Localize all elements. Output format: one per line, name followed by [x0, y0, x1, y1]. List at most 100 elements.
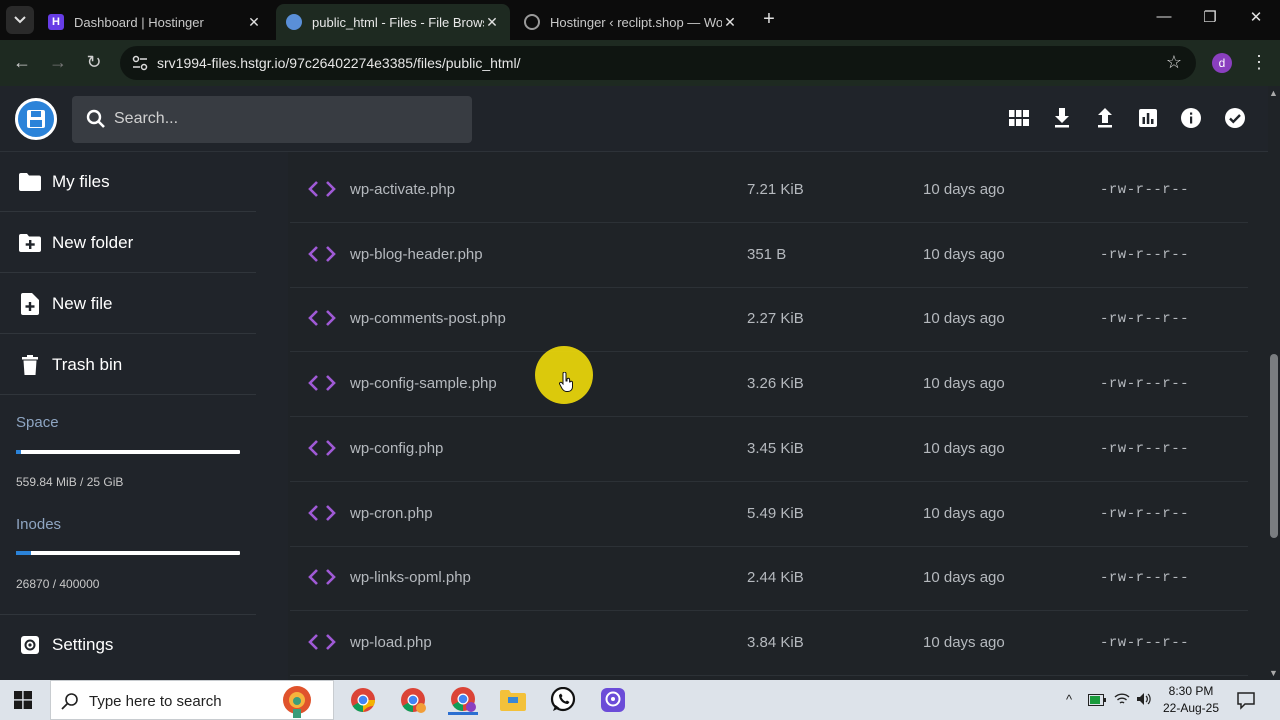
code-file-icon [308, 245, 336, 262]
clock-date: 22-Aug-25 [1162, 701, 1220, 715]
file-modified: 10 days ago [923, 439, 1005, 457]
file-permissions: -rw-r--r-- [1100, 182, 1190, 198]
browser-tab-bar: H Dashboard | Hostinger ✕ public_html - … [0, 0, 1280, 40]
file-modified: 10 days ago [923, 375, 1005, 393]
sidebar-item-new-folder[interactable]: New folder [0, 213, 256, 273]
scroll-down-icon[interactable]: ▼ [1269, 668, 1278, 678]
file-size: 3.45 KiB [747, 439, 804, 457]
file-size: 5.49 KiB [747, 504, 804, 522]
search-icon [61, 693, 78, 710]
file-explorer-taskbar-icon[interactable] [498, 685, 528, 715]
site-settings-icon[interactable] [132, 55, 148, 71]
wifi-icon[interactable] [1114, 692, 1130, 706]
file-modified: 10 days ago [923, 504, 1005, 522]
file-row[interactable]: wp-config.php 3.45 KiB 10 days ago -rw-r--r… [290, 417, 1248, 482]
chart-icon[interactable] [1136, 106, 1160, 130]
file-modified: 10 days ago [923, 245, 1005, 263]
volume-icon[interactable] [1136, 692, 1152, 706]
file-listing: wp-activate.php 7.21 KiB 10 days ago -rw-r-… [288, 152, 1268, 680]
search-box[interactable] [72, 96, 472, 143]
file-row[interactable]: wp-links-opml.php 2.44 KiB 10 days ago -rw-… [290, 546, 1248, 612]
file-row[interactable]: wp-blog-header.php 351 B 10 days ago -rw-r-… [290, 223, 1248, 288]
file-permissions: -rw-r--r-- [1100, 634, 1190, 651]
window-close-button[interactable]: ✕ [1244, 8, 1268, 26]
taskbar-clock[interactable]: 8:30 PM 22-Aug-25 [1158, 683, 1224, 717]
code-file-icon [308, 375, 336, 392]
download-icon[interactable] [1050, 106, 1074, 130]
sidebar-item-label: Settings [52, 635, 114, 654]
space-progress-bar [16, 450, 240, 454]
restore-button[interactable]: ❐ [1198, 8, 1222, 26]
file-row[interactable]: wp-load.php 3.84 KiB 10 days ago -rw-r--r-- [290, 611, 1248, 676]
file-row[interactable]: wp-config-sample.php 3.26 KiB 10 days ago -… [290, 352, 1248, 418]
search-icon [86, 109, 105, 128]
filebrowser-logo[interactable] [15, 98, 57, 140]
upload-icon[interactable] [1093, 106, 1117, 130]
close-tab-icon[interactable]: ✕ [722, 14, 738, 31]
info-icon[interactable] [1179, 106, 1203, 130]
forward-button[interactable]: → [46, 52, 70, 72]
check-circle-icon[interactable] [1223, 106, 1247, 130]
whatsapp-taskbar-icon[interactable] [548, 685, 578, 715]
sidebar-item-settings[interactable]: Settings [0, 615, 256, 675]
file-size: 3.84 KiB [747, 633, 804, 651]
reload-button[interactable]: ↻ [82, 52, 106, 72]
file-row[interactable]: wp-activate.php 7.21 KiB 10 days ago -rw-r-… [290, 158, 1248, 223]
tab-wordpress[interactable]: Hostinger ‹ reclipt.shop — WordPress ✕ [514, 4, 748, 40]
file-size: 2.44 KiB [747, 569, 804, 587]
code-file-icon [308, 633, 336, 650]
notification-icon[interactable] [1236, 690, 1256, 710]
close-tab-icon[interactable]: ✕ [484, 14, 500, 31]
chrome-profile-taskbar-icon[interactable] [398, 685, 428, 715]
space-value: 559.84 MiB / 25 GiB [16, 475, 124, 489]
windows-start-icon[interactable] [14, 691, 32, 709]
file-row[interactable]: wp-cron.php 5.49 KiB 10 days ago -rw-r--r-- [290, 482, 1248, 547]
profile-avatar[interactable]: d [1212, 53, 1232, 73]
sidebar-item-label: New folder [52, 232, 134, 252]
sidebar: My files New folder New file Trash bin S… [0, 152, 288, 680]
code-file-icon [308, 439, 336, 456]
file-permissions: -rw-r--r-- [1100, 311, 1190, 328]
close-tab-icon[interactable]: ✕ [246, 14, 262, 31]
browser-menu-icon[interactable]: ⋮ [1250, 52, 1268, 72]
globe-icon [286, 14, 302, 30]
file-name: wp-blog-header.php [350, 245, 483, 263]
tab-dashboard[interactable]: H Dashboard | Hostinger ✕ [38, 4, 272, 40]
sidebar-item-label: Trash bin [52, 354, 123, 374]
address-bar[interactable]: srv1994-files.hstgr.io/97c26402274e3385/… [120, 46, 1196, 80]
minimize-button[interactable]: — [1152, 8, 1176, 25]
grid-view-icon[interactable] [1007, 106, 1031, 130]
page-scrollbar[interactable]: ▲ ▼ [1268, 86, 1280, 680]
file-modified: 10 days ago [923, 569, 1005, 587]
scrollbar-thumb[interactable] [1270, 354, 1278, 538]
code-file-icon [308, 310, 336, 327]
chat-app-taskbar-icon[interactable] [598, 685, 628, 715]
tab-title: public_html - Files - File Browser [312, 14, 484, 30]
gear-icon [18, 633, 42, 657]
file-permissions: -rw-r--r-- [1100, 440, 1190, 457]
code-file-icon [308, 569, 336, 586]
file-row[interactable]: wp-comments-post.php 2.27 KiB 10 days ago -… [290, 287, 1248, 353]
back-button[interactable]: ← [10, 52, 34, 72]
chrome-taskbar-icon[interactable] [348, 685, 378, 715]
show-hidden-icons[interactable]: ^ [1066, 692, 1072, 707]
tab-search-button[interactable] [6, 6, 34, 34]
taskbar-search-box[interactable]: Type here to search [50, 680, 334, 720]
hostinger-icon: H [48, 14, 64, 30]
tab-file-browser[interactable]: public_html - Files - File Browser ✕ [276, 4, 510, 40]
sidebar-item-trash-bin[interactable]: Trash bin [0, 335, 256, 395]
search-input[interactable] [114, 106, 454, 132]
battery-icon[interactable] [1088, 694, 1106, 706]
sidebar-item-my-files[interactable]: My files [0, 152, 256, 212]
bookmark-star-icon[interactable]: ☆ [1166, 52, 1182, 73]
hand-cursor-icon [559, 372, 573, 392]
file-permissions: -rw-r--r-- [1100, 570, 1190, 587]
file-name: wp-config-sample.php [350, 375, 497, 393]
chrome-active-taskbar-icon[interactable] [448, 685, 478, 715]
file-size: 2.27 KiB [747, 310, 804, 328]
inodes-progress-bar [16, 551, 240, 555]
scroll-up-icon[interactable]: ▲ [1269, 88, 1278, 98]
sidebar-item-new-file[interactable]: New file [0, 274, 256, 334]
clock-time: 8:30 PM [1168, 684, 1214, 698]
new-tab-button[interactable]: + [758, 8, 780, 31]
